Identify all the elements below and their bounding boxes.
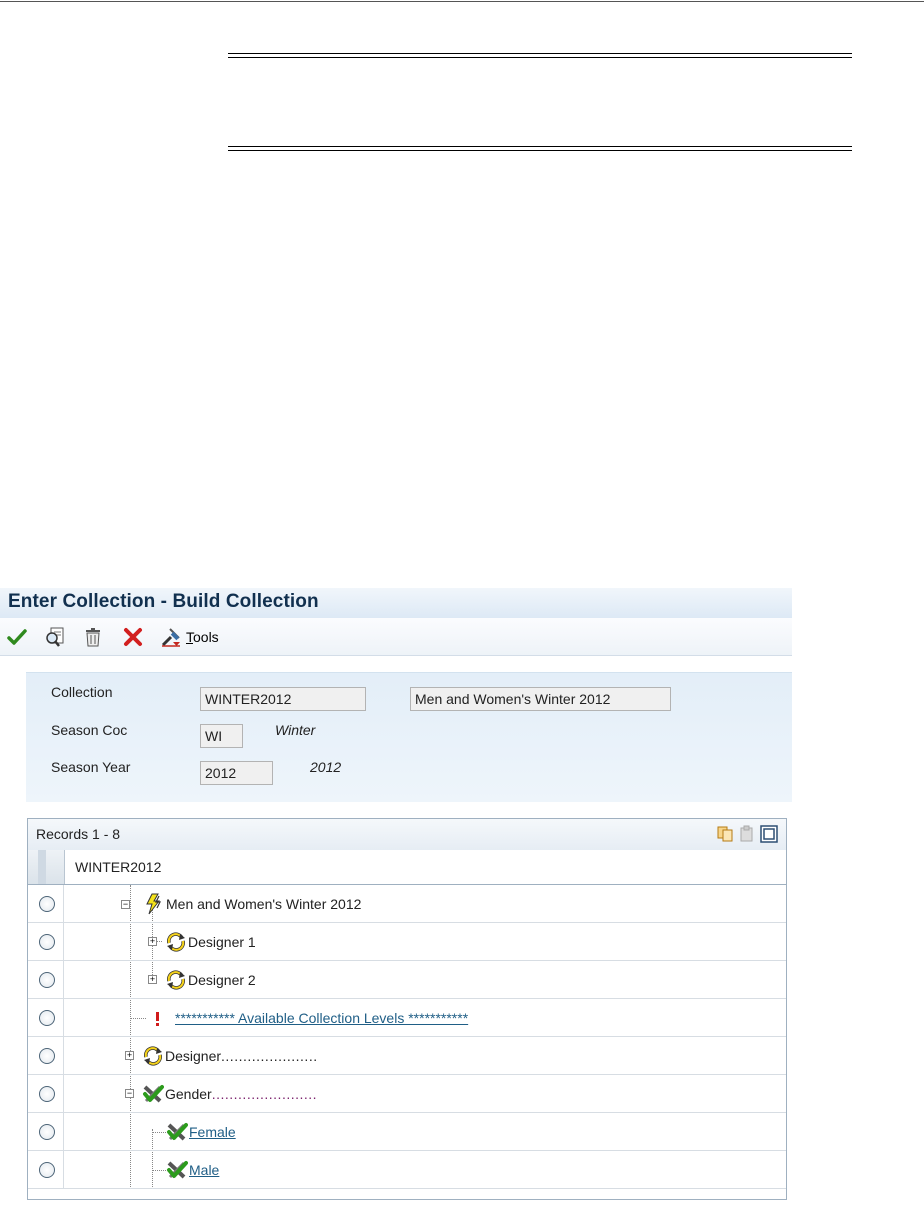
tree-node[interactable]: Designer......................	[142, 1037, 318, 1074]
table-row[interactable]: − Gender........................	[28, 1075, 786, 1113]
table-row[interactable]: Male	[28, 1151, 786, 1189]
title-bar: Enter Collection - Build Collection	[0, 588, 792, 618]
tree-node-leader-dots: ......................	[221, 1047, 318, 1064]
tools-icon	[161, 628, 180, 647]
page-top-rule	[0, 1, 924, 2]
grid-tools	[716, 825, 778, 843]
tree-node-label: Designer	[165, 1047, 222, 1064]
tree-node-label: Designer 1	[188, 933, 256, 950]
row-select-radio[interactable]	[39, 896, 55, 912]
tree-node[interactable]: Gender........................	[142, 1075, 317, 1112]
document-rule-bottom	[228, 146, 852, 151]
tree-node-leader-dots: ........................	[211, 1085, 318, 1102]
season-code-label: Season Coc	[51, 722, 128, 738]
select-all-corner[interactable]	[28, 850, 65, 884]
collection-label: Collection	[51, 684, 113, 700]
column-header-collection[interactable]: WINTER2012	[75, 859, 161, 875]
paste-icon[interactable]	[738, 825, 756, 843]
row-select-radio[interactable]	[39, 934, 55, 950]
header-panel: Collection WINTER2012 Men and Women's Wi…	[26, 672, 792, 802]
tree-node[interactable]: Male	[166, 1151, 219, 1188]
refresh-icon	[144, 1045, 162, 1066]
table-row[interactable]: + Designer......................	[28, 1037, 786, 1075]
row-select-radio[interactable]	[39, 1162, 55, 1178]
refresh-icon	[167, 969, 185, 990]
tools-label: Tools	[186, 629, 219, 645]
expand-toggle[interactable]: +	[125, 1051, 134, 1060]
grid-column-header: WINTER2012	[28, 850, 786, 885]
available-collection-levels-link[interactable]: *********** Available Collection Levels …	[175, 1010, 468, 1026]
application-window: Enter Collection - Build Collection Tool…	[0, 588, 792, 1203]
row-select-radio[interactable]	[39, 1010, 55, 1026]
male-link[interactable]: Male	[189, 1162, 219, 1178]
table-row[interactable]: + Designer 2	[28, 961, 786, 999]
records-grid: Records 1 - 8 WINTER2012 − Men and Women…	[27, 818, 787, 1200]
tree-node-label: Designer 2	[188, 971, 256, 988]
tree-node[interactable]: Female	[166, 1113, 236, 1150]
season-year-field[interactable]: 2012	[200, 761, 273, 785]
check-tools-icon	[143, 1084, 164, 1102]
maximize-grid-icon[interactable]	[760, 825, 778, 843]
exclamation-icon	[156, 1011, 159, 1026]
table-row[interactable]: + Designer 1	[28, 923, 786, 961]
tree-node[interactable]: *********** Available Collection Levels …	[150, 999, 468, 1036]
ok-button[interactable]	[4, 625, 30, 649]
cancel-x-icon	[124, 628, 142, 646]
collection-description-field[interactable]: Men and Women's Winter 2012	[410, 687, 671, 711]
find-icon	[46, 627, 64, 647]
collapse-toggle[interactable]: −	[125, 1089, 134, 1098]
document-rule-top	[228, 53, 852, 58]
cancel-button[interactable]	[120, 625, 146, 649]
season-year-description: 2012	[310, 759, 342, 775]
check-tools-icon	[167, 1160, 188, 1178]
tree-node-label: Gender	[165, 1085, 212, 1102]
row-select-radio[interactable]	[39, 972, 55, 988]
tools-button[interactable]: Tools	[160, 625, 240, 649]
trash-icon	[86, 628, 100, 647]
tree-node-label: Men and Women's Winter 2012	[166, 895, 362, 912]
table-row[interactable]: Female	[28, 1113, 786, 1151]
table-row[interactable]: − Men and Women's Winter 2012	[28, 885, 786, 923]
tree-node[interactable]: Designer 1	[165, 923, 256, 960]
copy-icon[interactable]	[716, 825, 734, 843]
row-select-radio[interactable]	[39, 1086, 55, 1102]
expand-toggle[interactable]: +	[148, 937, 157, 946]
delete-button[interactable]	[80, 625, 106, 649]
toolbar: Tools	[0, 618, 792, 656]
find-button[interactable]	[42, 625, 68, 649]
grid-header-bar: Records 1 - 8	[28, 819, 786, 851]
records-count: Records 1 - 8	[36, 826, 121, 842]
collapse-toggle[interactable]: −	[121, 900, 130, 909]
check-icon	[7, 629, 27, 645]
season-code-field[interactable]: WI	[200, 724, 243, 748]
tree-node[interactable]: Men and Women's Winter 2012	[143, 885, 361, 922]
tree-node[interactable]: Designer 2	[165, 961, 256, 998]
refresh-icon	[167, 931, 185, 952]
table-row[interactable]: *********** Available Collection Levels …	[28, 999, 786, 1037]
female-link[interactable]: Female	[189, 1124, 236, 1140]
season-code-description: Winter	[275, 722, 316, 738]
expand-toggle[interactable]: +	[148, 975, 157, 984]
collection-field[interactable]: WINTER2012	[200, 687, 366, 711]
season-year-label: Season Year	[51, 759, 131, 775]
check-tools-icon	[167, 1122, 188, 1140]
lightning-icon	[146, 893, 161, 914]
row-select-radio[interactable]	[39, 1048, 55, 1064]
window-title: Enter Collection - Build Collection	[8, 591, 319, 612]
row-select-radio[interactable]	[39, 1124, 55, 1140]
